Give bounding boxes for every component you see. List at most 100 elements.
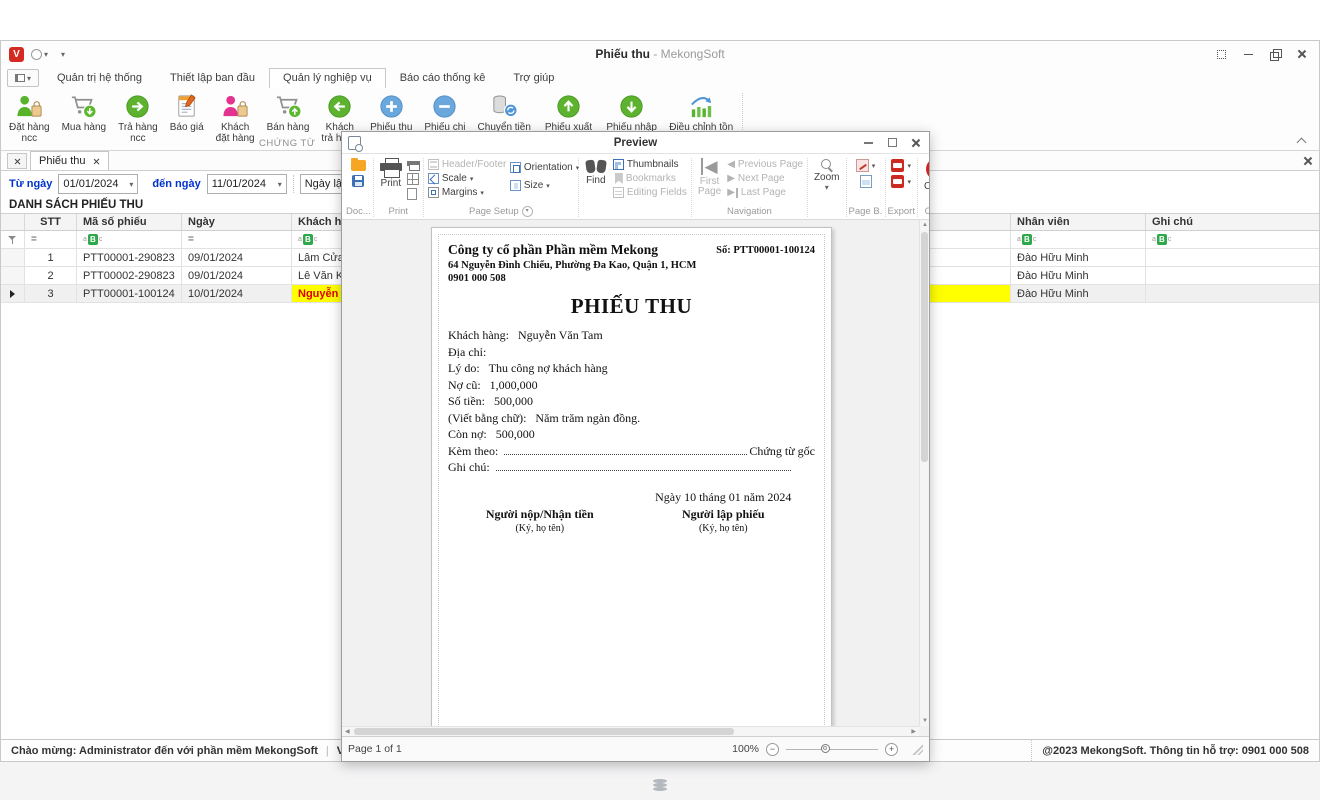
field-ghi-chu: Ghi chú:	[448, 459, 815, 476]
open-document-icon[interactable]	[351, 160, 366, 171]
tab-quan-ly-nghiep-vu[interactable]: Quản lý nghiệp vụ	[269, 68, 386, 89]
scrollbar-thumb[interactable]	[354, 728, 734, 735]
copyright-text: @2023 MekongSoft. Thông tin hỗ trợ: 0901…	[1031, 740, 1309, 761]
bookmarks-button: Bookmarks	[613, 173, 687, 184]
scale-icon	[428, 173, 439, 184]
restore-button[interactable]	[1270, 49, 1281, 60]
window-title: Phiếu thu - MekongSoft	[1, 47, 1319, 61]
bao-gia-button[interactable]: Báo giá	[164, 91, 210, 134]
zoom-slider-thumb[interactable]	[821, 744, 830, 753]
tab-tro-giup[interactable]: Trợ giúp	[499, 68, 568, 88]
size-button[interactable]: Size▾	[510, 180, 579, 191]
watermark-icon[interactable]	[860, 175, 872, 188]
company-address: 64 Nguyễn Đình Chiểu, Phường Đa Kao, Quậ…	[448, 260, 815, 271]
text-filter-icon[interactable]: aBc	[83, 234, 102, 245]
close-tab-area-icon[interactable]	[1303, 156, 1313, 166]
preview-maximize-button[interactable]	[888, 138, 897, 147]
quick-print-icon[interactable]	[407, 159, 420, 170]
zoom-slider[interactable]	[786, 749, 878, 750]
zoom-in-button[interactable]: +	[885, 743, 898, 756]
khach-dat-hang-button[interactable]: Khách đặt hàng	[210, 91, 261, 145]
scroll-right-icon[interactable]: ▶	[911, 728, 916, 735]
mua-hang-button[interactable]: Mua hàng	[56, 91, 112, 134]
phieu-thu-button[interactable]: Phiếu thu	[364, 91, 418, 134]
close-all-tabs-button[interactable]	[7, 153, 27, 169]
arrow-down-circle-icon	[617, 92, 646, 121]
text-filter-icon[interactable]: aBc	[298, 234, 317, 245]
equals-filter-icon[interactable]: =	[31, 234, 37, 245]
equals-filter-icon[interactable]: =	[188, 234, 194, 245]
phieu-chi-button[interactable]: Phiếu chi	[418, 91, 471, 134]
save-document-icon[interactable]	[352, 175, 364, 187]
zoom-button[interactable]: Zoom ▾	[810, 156, 844, 206]
tab-bao-cao-thong-ke[interactable]: Báo cáo thống kê	[386, 68, 500, 88]
fullscreen-button[interactable]	[1216, 49, 1227, 60]
desktop-strip	[0, 762, 1320, 800]
thumbnails-button[interactable]: Thumbnails	[613, 159, 687, 170]
tab-phieu-thu[interactable]: Phiếu thu	[30, 151, 109, 170]
group-expand-icon[interactable]: ▾	[522, 206, 533, 217]
size-icon	[510, 180, 521, 191]
from-date-input[interactable]: 01/01/2024▾	[58, 174, 138, 194]
preview-close-button[interactable]	[911, 138, 921, 148]
chevron-down-icon: ▾	[129, 180, 133, 189]
first-page-button: ◀ First Page	[694, 156, 725, 206]
preview-vertical-scrollbar[interactable]: ▲ ▼	[919, 220, 929, 726]
scrollbar-thumb[interactable]	[921, 232, 928, 462]
zoom-out-button[interactable]: −	[766, 743, 779, 756]
page-setup-icon[interactable]	[407, 188, 417, 200]
close-tab-icon[interactable]	[93, 158, 100, 165]
col-ghi-chu[interactable]: Ghi chú	[1146, 214, 1319, 231]
text-filter-icon[interactable]: aBc	[1017, 234, 1036, 245]
print-button[interactable]: Print	[376, 156, 406, 206]
layout-icon	[15, 74, 25, 82]
header-footer-icon	[428, 159, 439, 170]
close-button[interactable]	[1297, 49, 1307, 59]
ribbon-tab-bar: ▾ Quản trị hệ thống Thiết lập ban đầu Qu…	[1, 67, 1319, 88]
send-document-button[interactable]: ▾	[891, 175, 911, 188]
preview-status-bar: Page 1 of 1 100% − +	[342, 736, 929, 761]
tab-thiet-lap-ban-dau[interactable]: Thiết lập ban đầu	[156, 68, 269, 88]
dieu-chinh-ton-button[interactable]: Điều chỉnh tồn	[663, 91, 739, 134]
export-document-button[interactable]: ▾	[891, 159, 911, 172]
close-circle-icon	[926, 158, 929, 180]
ban-hang-button[interactable]: Bán hàng	[261, 91, 316, 134]
scale-button[interactable]: Scale▾	[428, 173, 506, 184]
page-color-button[interactable]: ▾	[856, 159, 876, 172]
voucher-number: Số: PTT00001-100124	[716, 245, 815, 256]
supplier-order-icon	[15, 92, 44, 121]
text-filter-icon[interactable]: aBc	[1152, 234, 1171, 245]
find-button[interactable]: Find	[581, 156, 611, 206]
preview-horizontal-scrollbar[interactable]: ◀ ▶	[342, 726, 919, 736]
col-stt[interactable]: STT	[25, 214, 77, 231]
minimize-button[interactable]	[1243, 49, 1254, 60]
scroll-up-icon[interactable]: ▲	[920, 222, 929, 228]
arrow-left-circle-icon	[325, 92, 354, 121]
preview-minimize-button[interactable]	[863, 137, 874, 148]
app-titlebar: V ▾ ▾ Phiếu thu - MekongSoft	[1, 41, 1319, 67]
to-date-input[interactable]: 11/01/2024▾	[207, 174, 287, 194]
col-nhan-vien[interactable]: Nhân viên	[1011, 214, 1146, 231]
dat-hang-ncc-button[interactable]: Đặt hàng ncc	[3, 91, 56, 145]
print-options-icon[interactable]	[407, 173, 419, 185]
ribbon-group-label: CHỨNG TỪ	[259, 138, 315, 149]
preview-document-area: Công ty cổ phần Phần mềm Mekong Số: PTT0…	[342, 220, 929, 736]
col-ma-so-phieu[interactable]: Mã số phiếu	[77, 214, 182, 231]
field-con-no: Còn nợ:500,000	[448, 426, 815, 443]
col-ngay[interactable]: Ngày	[182, 214, 292, 231]
scroll-down-icon[interactable]: ▼	[920, 718, 929, 724]
ribbon-layout-button[interactable]: ▾	[7, 69, 39, 87]
bookmarks-icon	[615, 173, 623, 184]
close-preview-button[interactable]: Close	[920, 156, 929, 206]
screen: V ▾ ▾ Phiếu thu - MekongSoft ▾ Quản trị …	[0, 0, 1320, 800]
margins-button[interactable]: Margins▾	[428, 187, 506, 198]
chevron-down-icon: ▾	[825, 183, 829, 192]
preview-titlebar[interactable]: Preview	[342, 132, 929, 154]
resize-grip[interactable]	[911, 743, 923, 755]
header-footer-button: Header/Footer	[428, 159, 506, 170]
scroll-left-icon[interactable]: ◀	[345, 728, 350, 735]
ribbon-collapse-icon[interactable]	[1297, 138, 1307, 144]
tab-quan-tri-he-thong[interactable]: Quản trị hệ thống	[43, 68, 156, 88]
orientation-button[interactable]: Orientation▾	[510, 162, 579, 173]
tra-hang-ncc-button[interactable]: Trả hàng ncc	[112, 91, 164, 145]
